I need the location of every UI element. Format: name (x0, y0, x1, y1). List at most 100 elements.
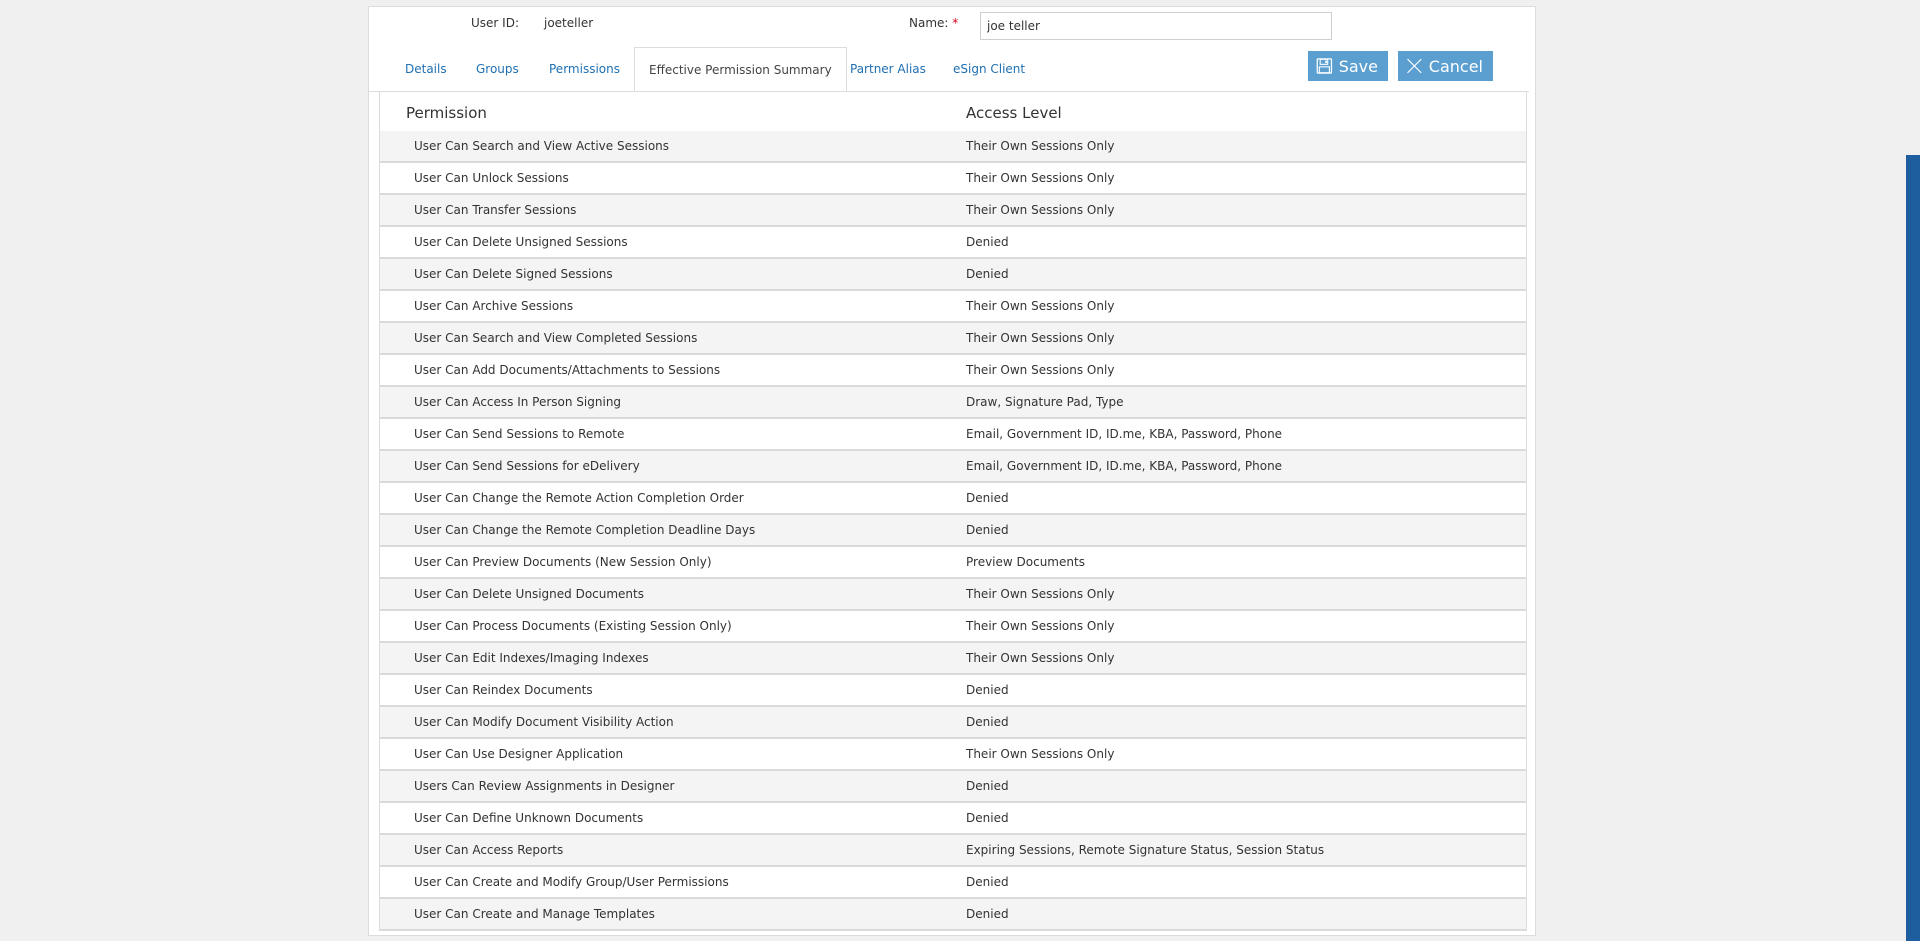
permission-cell: User Can Create and Manage Templates (414, 907, 655, 921)
tab-permissions[interactable]: Permissions (549, 47, 620, 91)
permission-cell: User Can Delete Signed Sessions (414, 267, 613, 281)
tab-groups[interactable]: Groups (476, 47, 519, 91)
user-id-label: User ID: (471, 16, 519, 30)
permission-summary-table: Permission Access Level User Can Search … (379, 91, 1527, 931)
access-level-cell: Their Own Sessions Only (966, 619, 1115, 633)
table-row: User Can Create and Modify Group/User Pe… (380, 867, 1526, 899)
table-row: User Can Add Documents/Attachments to Se… (380, 355, 1526, 387)
permission-cell: User Can Search and View Active Sessions (414, 139, 670, 153)
table-row: Users Can Review Assignments in Designer… (380, 771, 1526, 803)
permission-cell: User Can Delete Unsigned Sessions (414, 235, 628, 249)
access-level-cell: Denied (966, 907, 1009, 921)
table-body: User Can Search and View Active Sessions… (380, 131, 1526, 931)
name-input[interactable] (980, 12, 1332, 40)
permission-cell: User Can Change the Remote Action Comple… (414, 491, 744, 505)
permission-cell: User Can Access Reports (414, 843, 564, 857)
table-row: User Can Archive Sessions Their Own Sessi… (380, 291, 1526, 323)
table-row: User Can Preview Documents (New Session … (380, 547, 1526, 579)
access-level-cell: Denied (966, 683, 1009, 697)
user-id-value: joeteller (544, 16, 594, 30)
required-mark: * (952, 16, 959, 30)
access-level-cell: Their Own Sessions Only (966, 331, 1115, 345)
cancel-button-label: Cancel (1428, 56, 1483, 76)
access-level-cell: Their Own Sessions Only (966, 203, 1115, 217)
name-label-text: Name: (909, 16, 949, 30)
table-row: User Can Change the Remote Action Comple… (380, 483, 1526, 515)
table-row: User Can Delete Unsigned Documents Their … (380, 579, 1526, 611)
access-level-cell: Email, Government ID, ID.me, KBA, Passwo… (966, 459, 1283, 473)
table-row: User Can Transfer Sessions Their Own Sess… (380, 195, 1526, 227)
scrollbar[interactable] (1906, 155, 1920, 941)
permission-cell: User Can Send Sessions to Remote (414, 427, 625, 441)
table-row: User Can Send Sessions for eDelivery Emai… (380, 451, 1526, 483)
permission-cell: User Can Preview Documents (New Session … (414, 555, 712, 569)
table-row: User Can Define Unknown Documents Denied (380, 803, 1526, 835)
permission-cell: User Can Transfer Sessions (414, 203, 577, 217)
access-level-cell: Their Own Sessions Only (966, 299, 1115, 313)
name-label: Name: * (909, 16, 958, 30)
permission-cell: User Can Archive Sessions (414, 299, 574, 313)
access-level-cell: Denied (966, 779, 1009, 793)
column-header-permission: Permission (406, 104, 487, 122)
access-level-cell: Their Own Sessions Only (966, 363, 1115, 377)
table-row: User Can Access In Person Signing Draw, S… (380, 387, 1526, 419)
tab-partner-alias[interactable]: Partner Alias (850, 47, 926, 91)
permission-cell: User Can Add Documents/Attachments to Se… (414, 363, 721, 377)
permission-cell: User Can Access In Person Signing (414, 395, 622, 409)
table-row: User Can Search and View Completed Sessi… (380, 323, 1526, 355)
table-row: User Can Unlock Sessions Their Own Sessio… (380, 163, 1526, 195)
permission-cell: User Can Modify Document Visibility Acti… (414, 715, 674, 729)
table-row: User Can Edit Indexes/Imaging Indexes The… (380, 643, 1526, 675)
table-row: User Can Create and Manage Templates Deni… (380, 899, 1526, 931)
table-row: User Can Process Documents (Existing Ses… (380, 611, 1526, 643)
user-edit-panel: User ID: joeteller Name: * Details Group… (368, 6, 1536, 936)
table-row: User Can Delete Signed Sessions Denied (380, 259, 1526, 291)
access-level-cell: Denied (966, 811, 1009, 825)
permission-cell: User Can Send Sessions for eDelivery (414, 459, 640, 473)
access-level-cell: Denied (966, 875, 1009, 889)
access-level-cell: Their Own Sessions Only (966, 587, 1115, 601)
tab-details[interactable]: Details (405, 47, 447, 91)
access-level-cell: Draw, Signature Pad, Type (966, 395, 1124, 409)
close-icon (1407, 58, 1422, 74)
access-level-cell: Their Own Sessions Only (966, 747, 1115, 761)
permission-cell: User Can Change the Remote Completion De… (414, 523, 756, 537)
access-level-cell: Denied (966, 523, 1009, 537)
permission-cell: User Can Edit Indexes/Imaging Indexes (414, 651, 649, 665)
table-row: User Can Access Reports Expiring Sessions… (380, 835, 1526, 867)
access-level-cell: Denied (966, 267, 1009, 281)
access-level-cell: Denied (966, 715, 1009, 729)
tab-esign-client[interactable]: eSign Client (953, 47, 1025, 91)
table-row: User Can Use Designer Application Their O… (380, 739, 1526, 771)
table-row: User Can Search and View Active Sessions… (380, 131, 1526, 163)
access-level-cell: Email, Government ID, ID.me, KBA, Passwo… (966, 427, 1283, 441)
table-row: User Can Send Sessions to Remote Email, G… (380, 419, 1526, 451)
table-row: User Can Reindex Documents Denied (380, 675, 1526, 707)
permission-cell: User Can Define Unknown Documents (414, 811, 644, 825)
access-level-cell: Their Own Sessions Only (966, 139, 1115, 153)
access-level-cell: Denied (966, 491, 1009, 505)
save-button[interactable]: Save (1308, 51, 1388, 81)
table-row: User Can Modify Document Visibility Acti… (380, 707, 1526, 739)
permission-cell: User Can Process Documents (Existing Ses… (414, 619, 732, 633)
table-row: User Can Delete Unsigned Sessions Denied (380, 227, 1526, 259)
access-level-cell: Denied (966, 235, 1009, 249)
permission-cell: User Can Create and Modify Group/User Pe… (414, 875, 729, 889)
access-level-cell: Their Own Sessions Only (966, 171, 1115, 185)
permission-cell: User Can Search and View Completed Sessi… (414, 331, 698, 345)
permission-cell: User Can Unlock Sessions (414, 171, 569, 185)
permission-cell: User Can Use Designer Application (414, 747, 624, 761)
permission-cell: User Can Delete Unsigned Documents (414, 587, 644, 601)
column-header-access-level: Access Level (966, 104, 1062, 122)
cancel-button[interactable]: Cancel (1398, 51, 1493, 81)
permission-cell: User Can Reindex Documents (414, 683, 593, 697)
floppy-disk-icon (1316, 58, 1333, 74)
access-level-cell: Expiring Sessions, Remote Signature Stat… (966, 843, 1325, 857)
save-button-label: Save (1338, 56, 1378, 76)
access-level-cell: Their Own Sessions Only (966, 651, 1115, 665)
access-level-cell: Preview Documents (966, 555, 1085, 569)
tab-effective-permission-summary[interactable]: Effective Permission Summary (634, 47, 847, 92)
table-row: User Can Change the Remote Completion De… (380, 515, 1526, 547)
permission-cell: Users Can Review Assignments in Designer (414, 779, 675, 793)
table-header: Permission Access Level (380, 104, 1526, 124)
